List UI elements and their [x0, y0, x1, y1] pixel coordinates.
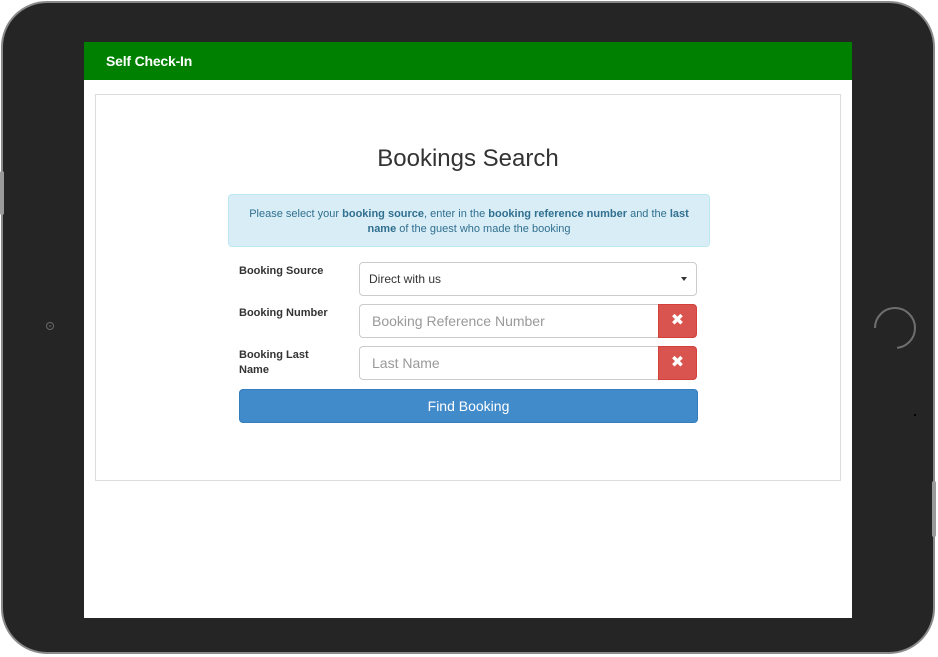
times-icon: ✖	[670, 352, 685, 371]
info-text: , enter in the	[424, 208, 489, 220]
caret-down-icon	[681, 277, 687, 281]
page-title: Bookings Search	[377, 145, 559, 172]
sensor-dot	[914, 414, 916, 416]
booking-number-input[interactable]	[359, 304, 659, 338]
booking-source-label: Booking Source	[239, 265, 324, 277]
app-screen: Self Check-In Bookings Search Please sel…	[84, 42, 852, 618]
camera-icon	[46, 322, 54, 330]
booking-lastname-label: Booking Last Name	[239, 349, 309, 376]
find-booking-button[interactable]: Find Booking	[239, 389, 698, 423]
booking-number-label: Booking Number	[239, 307, 328, 319]
info-text: Please select your	[249, 208, 343, 220]
info-text: and the	[627, 208, 670, 220]
booking-source-value: Direct with us	[369, 272, 442, 286]
volume-button	[0, 171, 4, 215]
booking-source-select[interactable]: Direct with us	[359, 262, 697, 296]
app-header: Self Check-In	[84, 42, 852, 80]
clear-booking-number-button[interactable]: ✖	[658, 304, 697, 338]
info-text: of the guest who made the booking	[396, 223, 571, 235]
info-bold: booking reference number	[488, 208, 628, 220]
info-bold: booking source	[342, 208, 425, 220]
booking-lastname-input[interactable]	[359, 346, 659, 380]
clear-lastname-button[interactable]: ✖	[658, 346, 697, 380]
times-icon: ✖	[670, 310, 685, 329]
side-button	[932, 481, 936, 537]
app-title: Self Check-In	[106, 53, 193, 69]
instructions-alert: Please select your booking source, enter…	[228, 194, 710, 247]
search-panel: Bookings Search Please select your booki…	[95, 94, 841, 481]
